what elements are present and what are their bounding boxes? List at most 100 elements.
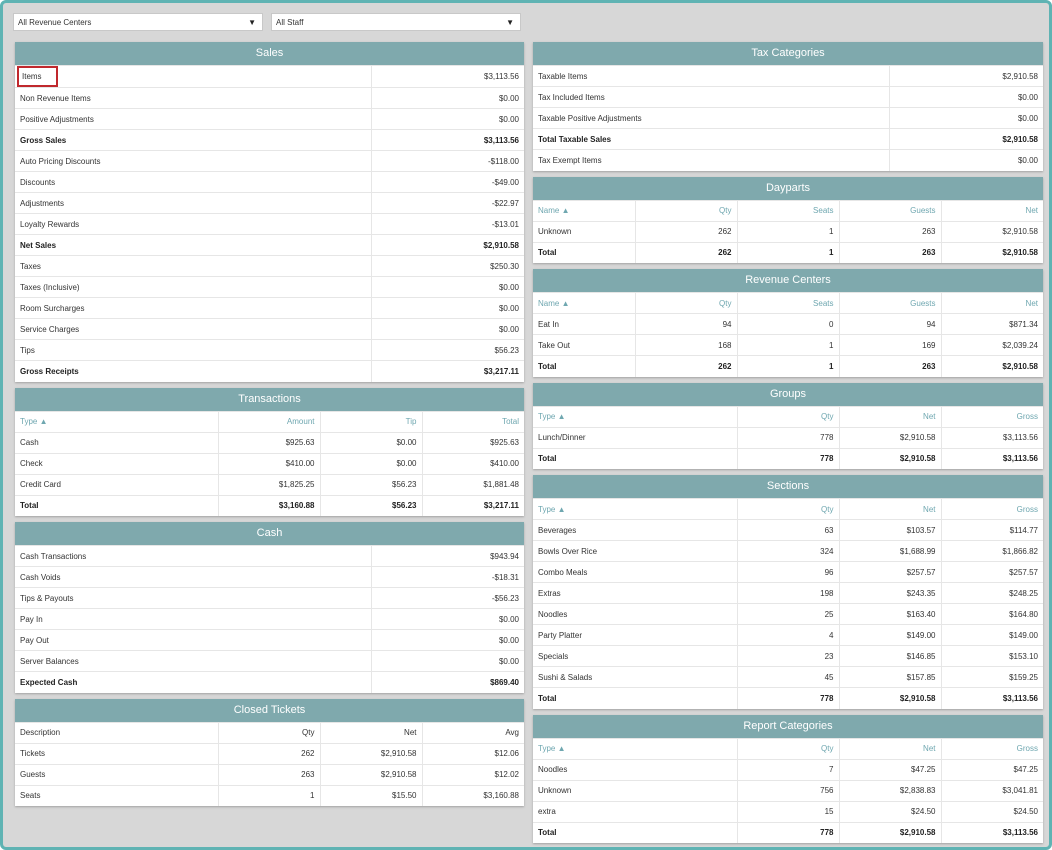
tax-categories-row: Taxable Items $2,910.58 [533, 65, 1043, 87]
row-value: $943.94 [370, 545, 524, 567]
table-cell: Specials [533, 645, 737, 667]
row-label: Tax Included Items [533, 86, 889, 108]
column-header[interactable]: Type ▲ [533, 498, 737, 520]
table-cell: Seats [15, 784, 218, 806]
table-cell: $2,838.83 [838, 779, 941, 801]
column-header[interactable]: Name ▲ [533, 199, 635, 221]
sales-row: Room Surcharges $0.00 [15, 297, 524, 319]
row-label-text: Taxes (Inclusive) [20, 282, 80, 292]
revenue-centers-panel: Revenue Centers Name ▲ Qty Seats Guests Net E… [533, 269, 1043, 377]
column-header[interactable]: Gross [940, 498, 1043, 520]
column-header[interactable]: Amount [217, 410, 320, 432]
column-header[interactable]: Net [940, 292, 1043, 314]
column-header[interactable]: Gross [940, 405, 1043, 427]
row-label: Taxes (Inclusive) [15, 276, 371, 298]
table-cell: 756 [736, 779, 839, 801]
table-cell: $163.40 [838, 603, 941, 625]
table-cell: $248.25 [940, 582, 1043, 604]
tax-categories-panel: Tax Categories Taxable Items $2,910.58 Tax… [533, 42, 1043, 171]
table-cell: Total [533, 447, 737, 469]
column-header[interactable]: Total [421, 410, 524, 432]
table-cell: 262 [634, 220, 737, 242]
transactions-row: Check $410.00 $0.00 $410.00 [15, 452, 524, 474]
row-label-text: Tax Exempt Items [538, 155, 602, 165]
table-cell: Party Platter [533, 624, 737, 646]
column-header[interactable]: Net [838, 737, 941, 759]
row-label: Cash Transactions [15, 545, 371, 567]
tax-categories-table: Taxable Items $2,910.58 Tax Included Items… [533, 65, 1043, 171]
table-cell: 45 [736, 666, 839, 688]
table-cell: Guests [15, 763, 218, 785]
column-header[interactable]: Net [838, 498, 941, 520]
cash-row: Server Balances $0.00 [15, 650, 524, 672]
column-header[interactable]: Qty [736, 405, 839, 427]
column-header[interactable]: Qty [736, 737, 839, 759]
table-cell: Lunch/Dinner [533, 426, 737, 448]
table-cell: $925.63 [217, 431, 320, 453]
column-header[interactable]: Guests [838, 292, 941, 314]
column-header[interactable]: Qty [736, 498, 839, 520]
revenue-centers-header-row: Name ▲ Qty Seats Guests Net [533, 292, 1043, 314]
table-cell: 263 [838, 220, 941, 242]
sales-row: Tips $56.23 [15, 339, 524, 361]
sections-row: Total 778 $2,910.58 $3,113.56 [533, 687, 1043, 709]
table-cell: Combo Meals [533, 561, 737, 583]
table-cell: Beverages [533, 519, 737, 541]
row-label: Tax Exempt Items [533, 149, 889, 171]
sections-row: Beverages 63 $103.57 $114.77 [533, 519, 1043, 541]
table-cell: 778 [736, 687, 839, 709]
row-label-text: Tips & Payouts [20, 593, 74, 603]
staff-select[interactable]: All Staff ▼ [271, 13, 521, 31]
filter-bar: All Revenue Centers ▼ All Staff ▼ [13, 13, 521, 33]
table-cell: 324 [736, 540, 839, 562]
cash-panel-title: Cash [15, 522, 524, 545]
row-label-text: Loyalty Rewards [20, 219, 80, 229]
column-header[interactable]: Qty [634, 199, 737, 221]
transactions-table: Type ▲ Amount Tip Total Cash $925.63 $0.00 $925… [15, 410, 524, 516]
row-label-text: Cash Transactions [20, 551, 87, 561]
selected-row-highlight[interactable]: Items [17, 66, 58, 87]
sales-row: Positive Adjustments $0.00 [15, 108, 524, 130]
row-value: $0.00 [370, 276, 524, 298]
column-header[interactable]: Net [838, 405, 941, 427]
table-cell: $3,160.88 [217, 494, 320, 516]
sections-row: Noodles 25 $163.40 $164.80 [533, 603, 1043, 625]
table-cell: Credit Card [15, 473, 218, 495]
groups-row: Total 778 $2,910.58 $3,113.56 [533, 447, 1043, 469]
column-header[interactable]: Seats [736, 199, 839, 221]
table-cell: $3,113.56 [940, 447, 1043, 469]
table-cell: Noodles [533, 603, 737, 625]
chevron-down-icon: ▼ [248, 17, 256, 27]
column-header[interactable]: Tip [319, 410, 422, 432]
column-header[interactable]: Seats [736, 292, 839, 314]
revenue-centers-row: Eat In 94 0 94 $871.34 [533, 313, 1043, 335]
column-header[interactable]: Type ▲ [533, 405, 737, 427]
row-value: -$118.00 [370, 150, 524, 172]
row-label: Pay Out [15, 629, 371, 651]
row-label-text: Cash Voids [20, 572, 61, 582]
transactions-row: Cash $925.63 $0.00 $925.63 [15, 431, 524, 453]
column-header[interactable]: Type ▲ [15, 410, 218, 432]
column-header[interactable]: Type ▲ [533, 737, 737, 759]
sales-panel-title: Sales [15, 42, 524, 65]
row-label-text: Tips [20, 345, 35, 355]
table-cell: 63 [736, 519, 839, 541]
column-header[interactable]: Qty [634, 292, 737, 314]
sections-row: Sushi & Salads 45 $157.85 $159.25 [533, 666, 1043, 688]
groups-panel-title: Groups [533, 382, 1043, 406]
cash-row: Expected Cash $869.40 [15, 671, 524, 693]
column-header[interactable]: Guests [838, 199, 941, 221]
row-label: Taxable Items [533, 65, 889, 87]
table-cell: 262 [634, 241, 737, 263]
row-value: -$56.23 [370, 587, 524, 609]
column-header[interactable]: Gross [940, 737, 1043, 759]
column-header[interactable]: Name ▲ [533, 292, 635, 314]
table-cell: $2,910.58 [838, 426, 941, 448]
row-value: -$13.01 [370, 213, 524, 235]
groups-header-row: Type ▲ Qty Net Gross [533, 405, 1043, 427]
column-header[interactable]: Net [940, 199, 1043, 221]
chevron-down-icon: ▼ [506, 17, 514, 27]
revenue-center-select[interactable]: All Revenue Centers ▼ [13, 13, 263, 31]
sales-row: Non Revenue Items $0.00 [15, 87, 524, 109]
table-cell: 4 [736, 624, 839, 646]
